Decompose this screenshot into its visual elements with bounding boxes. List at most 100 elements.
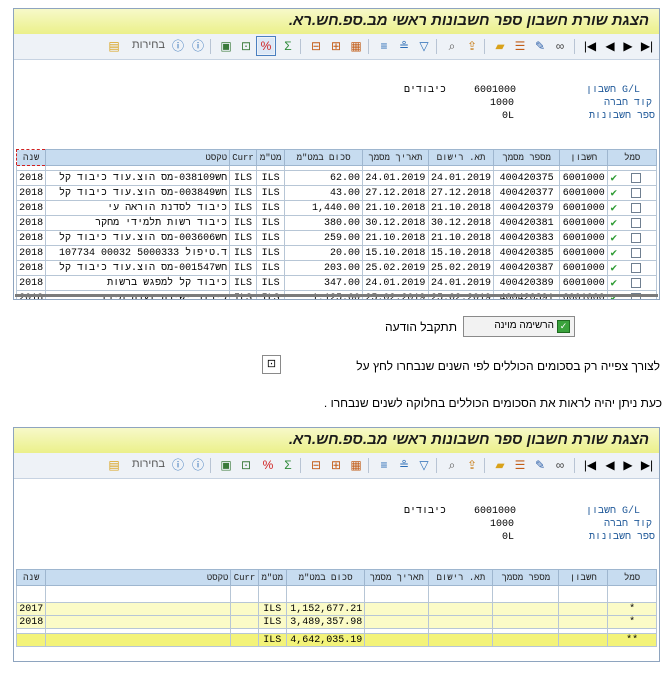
layout-icon[interactable]: ☰ bbox=[512, 38, 528, 54]
col-curr[interactable]: Curr bbox=[230, 569, 259, 586]
folder-icon[interactable]: ▰ bbox=[492, 457, 508, 473]
selections-label[interactable]: בחירות bbox=[132, 458, 165, 470]
totals-icon[interactable]: % bbox=[256, 36, 276, 56]
table-row[interactable]: 2018 חש001547-מס הוצ.עוד כיבוד קל ILS ILS 20… bbox=[15, 260, 657, 276]
col-doc-number[interactable]: מספר מסמך bbox=[492, 569, 560, 586]
layout-icon[interactable]: ☰ bbox=[512, 457, 528, 473]
nav-next-icon[interactable]: ▶ bbox=[620, 38, 636, 54]
row-select-checkbox[interactable] bbox=[631, 173, 642, 184]
instruction-line-3: כעת ניתן יהיה לראות את הסכומים הכוללים ב… bbox=[323, 396, 662, 410]
row-select-checkbox[interactable] bbox=[631, 203, 642, 214]
cell-curr: ILS bbox=[229, 200, 257, 216]
col-text[interactable]: טקסט bbox=[45, 569, 232, 586]
detail-icon[interactable]: ▣ bbox=[218, 457, 234, 473]
year-total-row[interactable]: 2018 ILS 3,489,357.98 * bbox=[15, 615, 657, 629]
year-total-row[interactable]: 2017 ILS 1,152,677.21 * bbox=[15, 602, 657, 616]
choose-icon[interactable]: ⊟ bbox=[308, 457, 324, 473]
expand-icon[interactable]: ⊡ bbox=[238, 38, 254, 54]
sort-icon[interactable]: ≡ bbox=[376, 38, 392, 54]
table-row[interactable]: 2018 כיבוד קל למפגש ברשות ILS ILS 347.00 24.0… bbox=[15, 275, 657, 291]
col-curr[interactable]: Curr bbox=[229, 149, 257, 166]
col-doc-number[interactable]: מספר מסמך bbox=[493, 149, 560, 166]
pencil-icon[interactable]: ✎ bbox=[532, 457, 548, 473]
cell-doc-date: 27.12.2018 bbox=[362, 185, 429, 201]
totals-icon[interactable]: % bbox=[260, 457, 276, 473]
subtotal-icon[interactable]: Σ bbox=[280, 457, 296, 473]
table-row[interactable]: 2018 ד.טיפול 5000333 00032 107734 ILS ILS 20… bbox=[15, 245, 657, 261]
row-select-checkbox[interactable] bbox=[631, 188, 642, 199]
info-small-icon[interactable]: ⓘ bbox=[170, 457, 186, 473]
row-select-checkbox[interactable] bbox=[631, 218, 642, 229]
row-select-checkbox[interactable] bbox=[631, 278, 642, 289]
grand-total-row[interactable]: ILS 4,642,035.19 ** bbox=[15, 633, 657, 647]
columns-icon[interactable]: ⊞ bbox=[328, 38, 344, 54]
col-amount[interactable]: סכום במט"מ bbox=[285, 569, 366, 586]
cell-text: חש038109-מס הוצ.עוד כיבוד קל bbox=[45, 170, 231, 186]
expand-icon[interactable]: ⊡ bbox=[238, 457, 254, 473]
col-account[interactable]: חשבון bbox=[558, 569, 609, 586]
export-icon[interactable]: ⇪ bbox=[464, 457, 480, 473]
window-title-2: הצגת שורת חשבון ספר חשבונות ראשי מב.ספ.ח… bbox=[288, 431, 649, 448]
application-toolbar: ▶| ▶ ◀ |◀ ∞ ✎ ☰ ▰ ⇪ ⌕ ▽ ≗ ≡ ▦ ⊞ ⊟ Σ % ⊡ … bbox=[14, 34, 659, 60]
col-symbol[interactable]: סמל bbox=[607, 149, 657, 166]
gl-account-label: חשבון G/L bbox=[586, 506, 641, 517]
grid-icon[interactable]: ▦ bbox=[348, 38, 364, 54]
nav-next-icon[interactable]: ▶ bbox=[620, 457, 636, 473]
columns-icon[interactable]: ⊞ bbox=[328, 457, 344, 473]
print-preview-icon[interactable]: ⌕ bbox=[444, 38, 460, 54]
col-doc-date[interactable]: תאריך מסמך bbox=[364, 569, 430, 586]
sum-icon[interactable]: ≗ bbox=[396, 38, 412, 54]
nav-prev-icon[interactable]: ◀ bbox=[602, 457, 618, 473]
table-row[interactable]: 2018 כיבוד רשות תלמידי מחקר ILS ILS 380.00 30… bbox=[15, 215, 657, 231]
col-amount[interactable]: סכום במט"מ bbox=[284, 149, 364, 166]
col-symbol[interactable]: סמל bbox=[607, 569, 657, 586]
export-icon[interactable]: ⇪ bbox=[464, 38, 480, 54]
selections-icon[interactable]: ▤ bbox=[106, 457, 122, 473]
col-doc-date[interactable]: תאריך מסמך bbox=[362, 149, 429, 166]
subtotal-icon[interactable]: Σ bbox=[280, 38, 296, 54]
col-posting-date[interactable]: תא. רישום bbox=[427, 149, 495, 166]
message-list-sorted: ✓ הרשימה מוינה bbox=[463, 316, 575, 337]
choose-icon[interactable]: ⊟ bbox=[308, 38, 324, 54]
print-preview-icon[interactable]: ⌕ bbox=[444, 457, 460, 473]
nav-prev-icon[interactable]: ◀ bbox=[602, 38, 618, 54]
sort-icon[interactable]: ≡ bbox=[376, 457, 392, 473]
expand-icon-reference: ⊡ bbox=[262, 355, 281, 374]
horizontal-scrollbar[interactable] bbox=[15, 294, 658, 297]
col-year[interactable]: שנה bbox=[15, 149, 47, 166]
info-small-icon[interactable]: ⓘ bbox=[170, 38, 186, 54]
pencil-icon[interactable]: ✎ bbox=[532, 38, 548, 54]
cell-curr: ILS bbox=[229, 245, 257, 261]
nav-last-icon[interactable]: ▶| bbox=[639, 38, 655, 54]
col-local-currency[interactable]: מט"מ bbox=[257, 569, 287, 586]
col-posting-date[interactable]: תא. רישום bbox=[428, 569, 494, 586]
row-select-checkbox[interactable] bbox=[631, 263, 642, 274]
folder-icon[interactable]: ▰ bbox=[492, 38, 508, 54]
nav-last-icon[interactable]: ▶| bbox=[639, 457, 655, 473]
col-account[interactable]: חשבון bbox=[558, 149, 609, 166]
row-select-checkbox[interactable] bbox=[631, 233, 642, 244]
nav-first-icon[interactable]: |◀ bbox=[582, 38, 598, 54]
selections-label[interactable]: בחירות bbox=[132, 39, 165, 51]
info-icon[interactable]: ⓘ bbox=[190, 38, 206, 54]
cell-doc-number: 400420383 bbox=[493, 230, 560, 246]
filter-icon[interactable]: ▽ bbox=[416, 38, 432, 54]
filter-icon[interactable]: ▽ bbox=[416, 457, 432, 473]
detail-icon[interactable]: ▣ bbox=[218, 38, 234, 54]
nav-first-icon[interactable]: |◀ bbox=[582, 457, 598, 473]
selections-icon[interactable]: ▤ bbox=[106, 38, 122, 54]
sum-icon[interactable]: ≗ bbox=[396, 457, 412, 473]
table-row[interactable]: 2018 כיבוד לסדנת הוראה עי ILS ILS 1,440.00 21… bbox=[15, 200, 657, 216]
col-year[interactable]: שנה bbox=[15, 569, 47, 586]
table-row[interactable]: 2018 חש003849-מס הוצ.עוד כיבוד קל ILS ILS 43… bbox=[15, 185, 657, 201]
table-row[interactable]: 2018 חש003606-מס הוצ.עוד כיבוד קל ILS ILS 25… bbox=[15, 230, 657, 246]
col-local-currency[interactable]: מט"מ bbox=[255, 149, 286, 166]
cell-account: 6001000 bbox=[558, 275, 609, 291]
info-icon[interactable]: ⓘ bbox=[190, 457, 206, 473]
row-select-checkbox[interactable] bbox=[631, 248, 642, 259]
col-text[interactable]: טקסט bbox=[45, 149, 231, 166]
glasses-icon[interactable]: ∞ bbox=[552, 38, 568, 54]
glasses-icon[interactable]: ∞ bbox=[552, 457, 568, 473]
grid-icon[interactable]: ▦ bbox=[348, 457, 364, 473]
table-row[interactable]: 2018 חש038109-מס הוצ.עוד כיבוד קל ILS ILS 62… bbox=[15, 170, 657, 186]
